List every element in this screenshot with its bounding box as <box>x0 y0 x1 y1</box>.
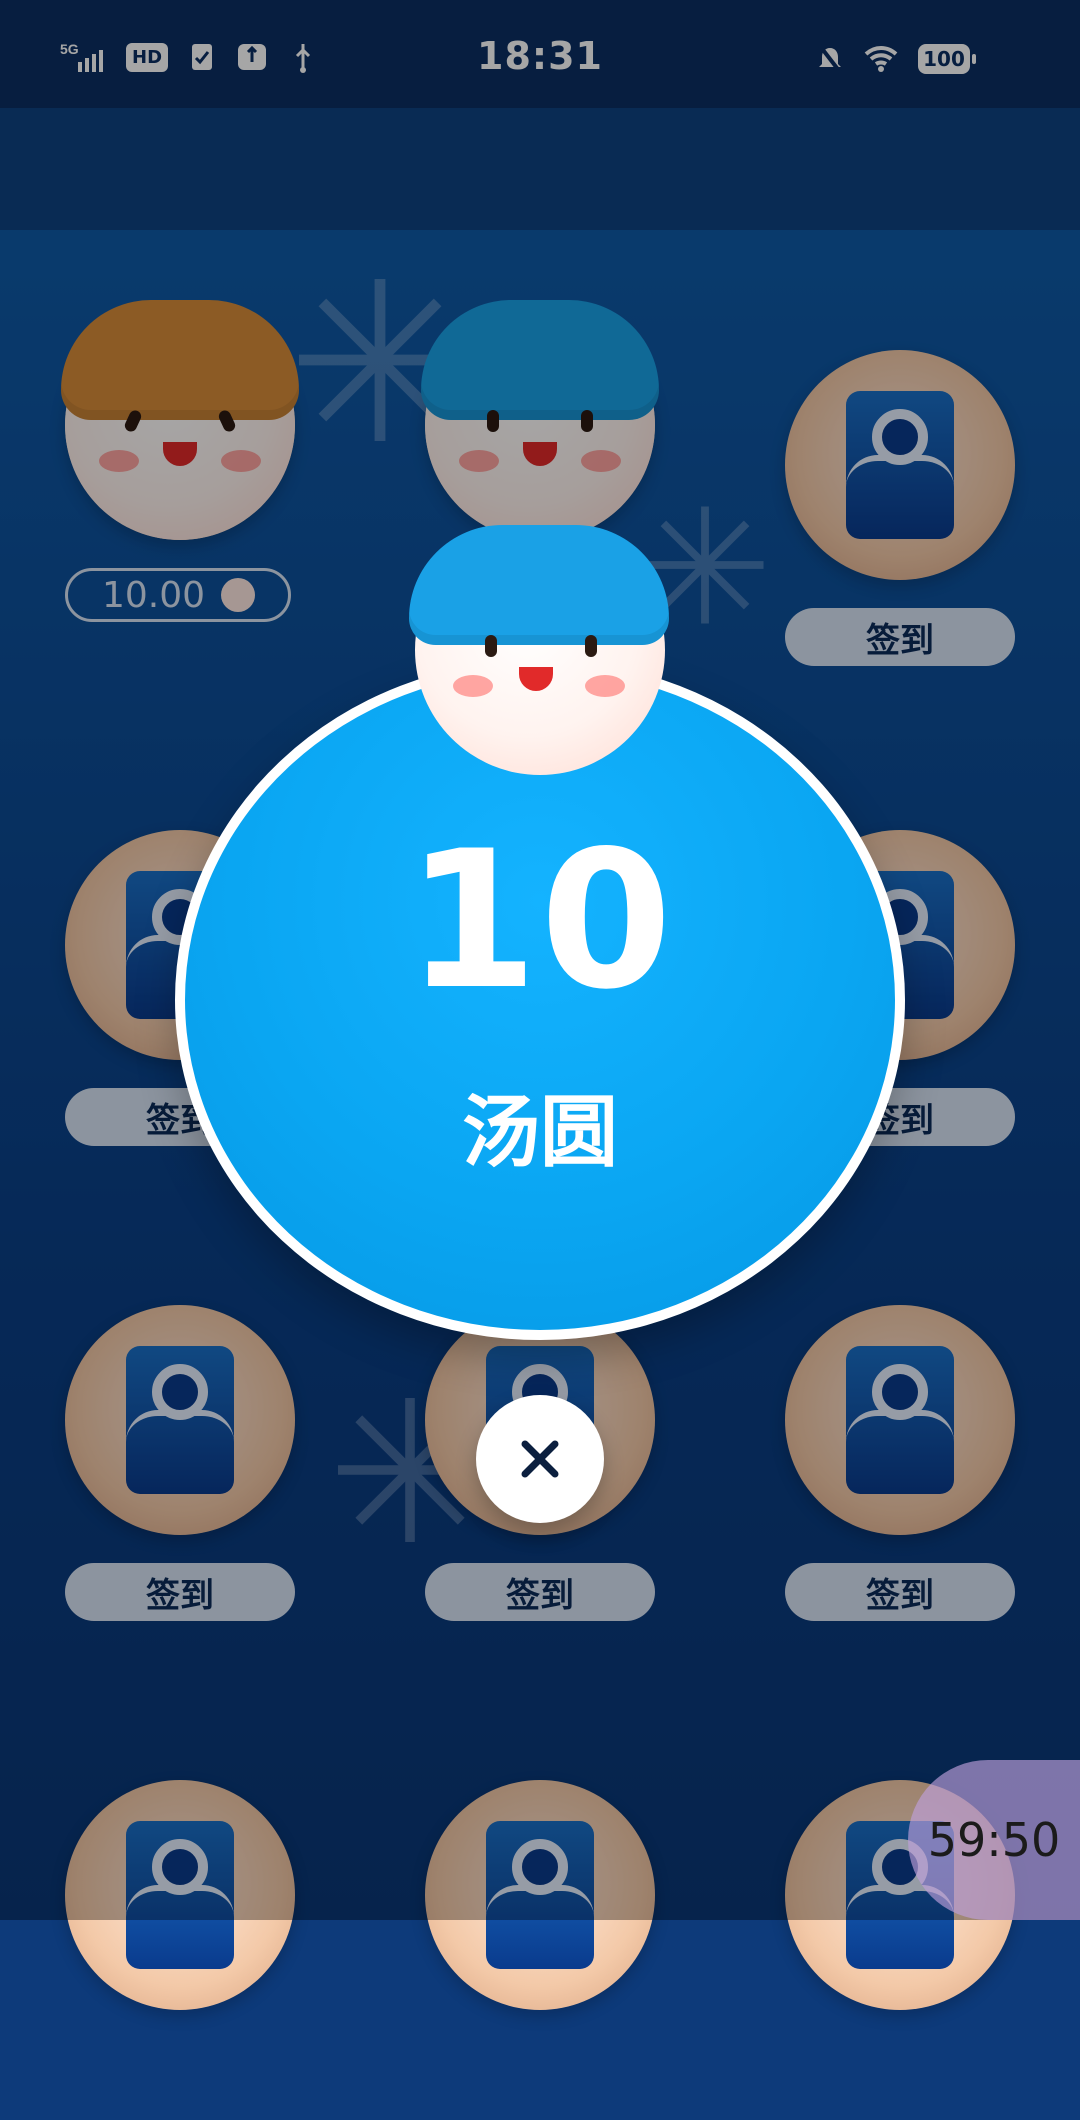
cheek-left <box>453 675 493 697</box>
close-button[interactable] <box>476 1395 604 1523</box>
reward-unit: 汤圆 <box>461 1088 618 1178</box>
reward-value: 10 <box>405 810 675 1031</box>
cheek-right <box>585 675 625 697</box>
mouth <box>519 667 553 691</box>
countdown-timer: 59:50 <box>908 1760 1080 1920</box>
eye-right <box>585 635 597 657</box>
hat-icon <box>409 525 669 645</box>
countdown-text: 59:50 <box>927 1813 1061 1867</box>
tangyuan-face <box>409 525 669 775</box>
close-icon <box>521 1440 559 1478</box>
reward-tangyuan-avatar <box>409 525 669 775</box>
eye-left <box>485 635 497 657</box>
